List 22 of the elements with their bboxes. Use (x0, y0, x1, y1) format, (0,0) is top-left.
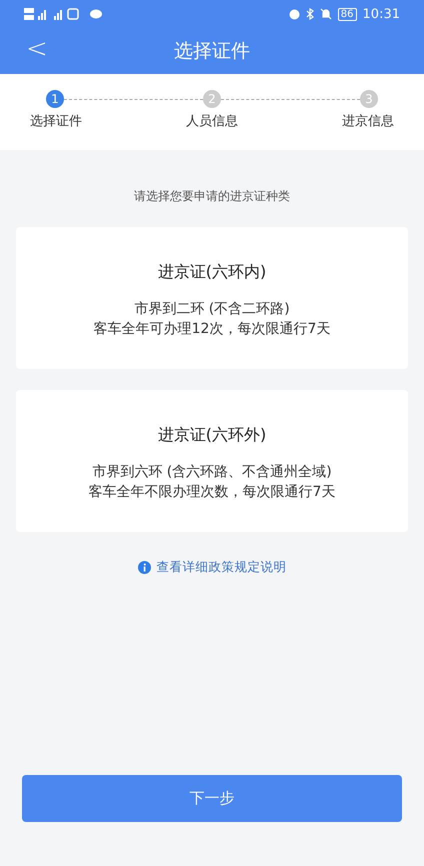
permit-description: 市界到六环 (含六环路、不含通州全域) (92, 462, 332, 482)
permit-option-card[interactable]: 进京证(六环内) 市界到二环 (不含二环路) 客车全年可办理12次，每次限通行7天 (16, 227, 408, 369)
next-button[interactable]: 下一步 (22, 775, 402, 822)
battery-level: 86 (338, 8, 357, 20)
bluetooth-icon (306, 8, 314, 20)
info-icon (138, 561, 150, 574)
prompt-text: 请选择您要申请的进京证种类 (133, 188, 291, 205)
page-title: 选择证件 (174, 39, 250, 64)
step-number: 1 (46, 90, 64, 108)
permit-title: 进京证(六环内) (158, 262, 266, 282)
permit-description: 客车全年不限办理次数，每次限通行7天 (88, 482, 336, 502)
permit-description: 客车全年可办理12次，每次限通行7天 (94, 320, 330, 338)
step-label: 人员信息 (186, 113, 238, 130)
step-label: 进京信息 (342, 113, 394, 130)
permit-description: 市界到二环 (不含二环路) (134, 300, 290, 318)
clock-time: 10:31 (362, 6, 400, 22)
permit-title: 进京证(六环外) (158, 424, 266, 446)
back-button[interactable]: < (20, 34, 54, 64)
policy-link[interactable]: 查看详细政策规定说明 (156, 559, 286, 576)
muted-bell-icon (320, 8, 332, 20)
step-label: 选择证件 (30, 113, 82, 130)
permit-option-card[interactable]: 进京证(六环外) 市界到六环 (含六环路、不含通州全域) 客车全年不限办理次数，每次限通行7天 (16, 390, 408, 532)
